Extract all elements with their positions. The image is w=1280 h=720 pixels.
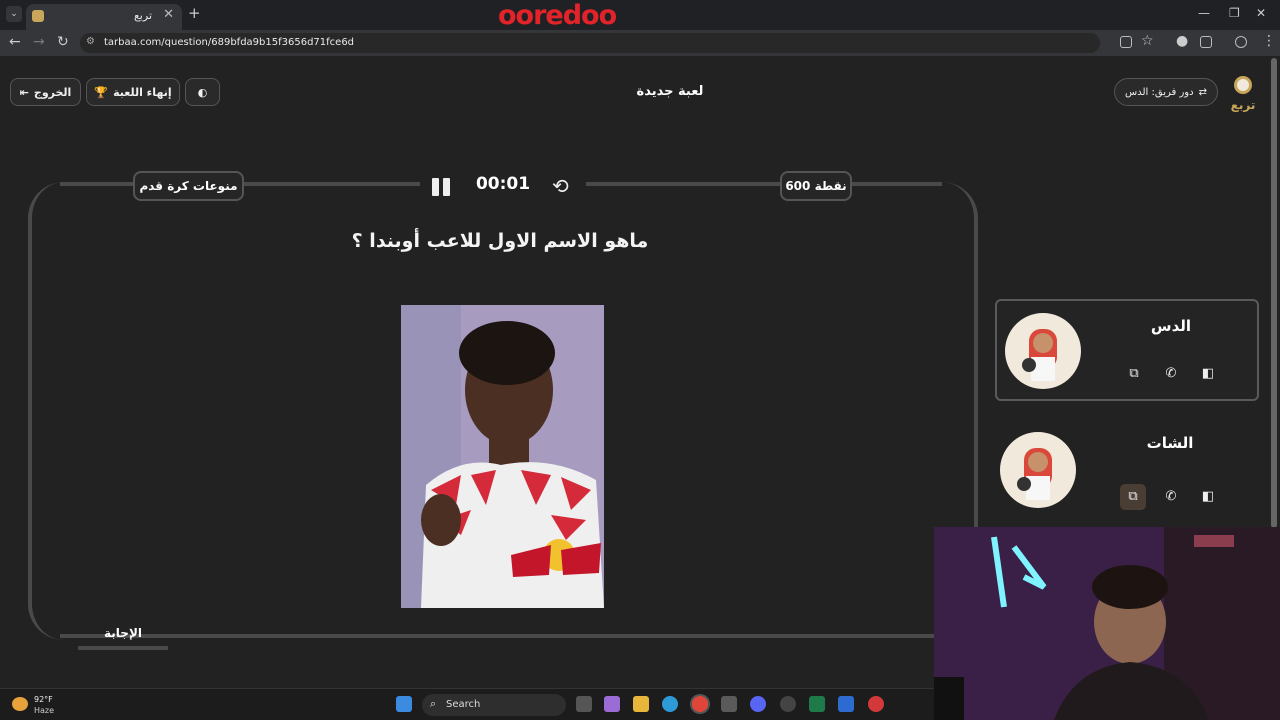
frame-line	[60, 182, 134, 186]
os-taskbar: 92°F Haze ⌕ Search	[0, 688, 934, 720]
bookmark-star-icon[interactable]: ☆	[1141, 33, 1154, 49]
taskbar-search[interactable]: ⌕ Search	[422, 694, 566, 716]
timer-display: 00:01	[475, 174, 531, 194]
shuffle-icon: ⇄	[1198, 86, 1207, 98]
tab-favicon-icon	[32, 10, 44, 22]
obs-icon[interactable]	[780, 696, 796, 712]
camera-swap-icon[interactable]: ⧉	[1121, 361, 1147, 387]
brand-logo: ooredoo	[498, 0, 617, 31]
exit-button[interactable]: ⇤ الخروج	[10, 78, 81, 106]
extensions-puzzle-icon[interactable]	[1200, 36, 1212, 48]
start-icon[interactable]	[396, 696, 412, 712]
forward-icon[interactable]: →	[33, 34, 45, 50]
file-explorer-icon[interactable]	[633, 696, 649, 712]
player-photo	[401, 305, 604, 608]
search-label: Search	[446, 699, 481, 710]
theme-button[interactable]: ◐	[185, 78, 220, 106]
weather-icon	[12, 697, 28, 711]
webcam-overlay	[934, 527, 1280, 720]
ooredoo-app-icon[interactable]	[868, 696, 884, 712]
pause-icon[interactable]	[432, 178, 450, 196]
browser-tab-bar: ⌄ تربع ✕ + ooredoo — ❐ ✕	[0, 0, 1280, 31]
split-icon[interactable]: ◧	[1195, 361, 1221, 387]
new-tab-icon[interactable]: +	[188, 4, 201, 22]
extension-icon[interactable]: ●	[1176, 33, 1188, 49]
turn-indicator[interactable]: دور فريق: الدس ⇄	[1114, 78, 1218, 106]
turn-label: دور فريق: الدس	[1125, 86, 1194, 98]
maximize-icon[interactable]: ❐	[1229, 6, 1240, 20]
camera-swap-icon[interactable]: ⧉	[1120, 484, 1146, 510]
exit-icon: ⇤	[19, 85, 29, 99]
exit-label: الخروج	[33, 85, 72, 99]
team-card-2: الشات ⧉ ✆ ◧	[995, 426, 1259, 528]
site-logo[interactable]: تربع	[1228, 74, 1258, 112]
search-icon: ⌕	[430, 697, 437, 710]
question-text: ماهو الاسم الاول للاعب أوبندا ؟	[351, 230, 649, 252]
page-scrollbar[interactable]	[1271, 58, 1277, 528]
answer-tab[interactable]: الإجابة	[78, 620, 168, 650]
close-window-icon[interactable]: ✕	[1256, 6, 1266, 20]
frame-line	[586, 182, 780, 186]
task-view-icon[interactable]	[576, 696, 592, 712]
browser-menu-icon[interactable]: ⋮	[1262, 33, 1276, 49]
reload-icon[interactable]: ↻	[57, 34, 69, 50]
app-icon[interactable]	[838, 696, 854, 712]
page-title: لعبة جديدة	[636, 84, 704, 99]
points-badge: 600 نقطة	[780, 171, 852, 201]
team-avatar	[1000, 432, 1076, 508]
discord-icon[interactable]	[750, 696, 766, 712]
phone-icon[interactable]: ✆	[1158, 484, 1184, 510]
install-app-icon[interactable]	[1120, 36, 1132, 48]
copilot-icon[interactable]	[604, 696, 620, 712]
svg-text:تربع: تربع	[1231, 98, 1256, 112]
weather-temp: 92°F	[34, 695, 53, 704]
phone-icon[interactable]: ✆	[1158, 361, 1184, 387]
team-name: الدس	[1150, 317, 1192, 335]
end-game-label: إنهاء اللعبة	[113, 85, 172, 99]
profile-icon[interactable]	[1235, 36, 1247, 48]
frame-line	[60, 634, 936, 638]
browser-tab[interactable]: تربع ✕	[26, 4, 182, 30]
edge-icon[interactable]	[662, 696, 678, 712]
site-info-icon[interactable]: ⚙	[86, 36, 95, 47]
minimize-icon[interactable]: —	[1198, 6, 1210, 20]
tab-search-icon[interactable]: ⌄	[6, 6, 22, 22]
url-text: tarbaa.com/question/689bfda9b15f3656d71f…	[104, 37, 355, 48]
xbox-icon[interactable]	[809, 696, 825, 712]
trophy-icon: 🏆	[94, 85, 109, 99]
team-card-1: الدس ⧉ ✆ ◧	[995, 299, 1259, 401]
tab-title: تربع	[133, 9, 152, 22]
chrome-icon[interactable]	[692, 696, 708, 712]
reset-timer-icon[interactable]: ⟲	[552, 174, 569, 198]
team-name: الشات	[1146, 434, 1194, 452]
weather-desc: Haze	[34, 706, 55, 715]
palette-icon: ◐	[197, 85, 208, 99]
end-game-button[interactable]: 🏆 إنهاء اللعبة	[86, 78, 180, 106]
address-bar-row: ← → ↻ ⚙ tarbaa.com/question/689bfda9b15f…	[0, 30, 1280, 56]
url-field[interactable]: ⚙ tarbaa.com/question/689bfda9b15f3656d7…	[80, 33, 1100, 53]
frame-line	[244, 182, 420, 186]
tab-close-icon[interactable]: ✕	[163, 7, 174, 22]
store-icon[interactable]	[721, 696, 737, 712]
frame-line	[852, 182, 942, 186]
back-icon[interactable]: ←	[9, 34, 21, 50]
split-icon[interactable]: ◧	[1195, 484, 1221, 510]
category-badge: منوعات كرة قدم	[133, 171, 244, 201]
team-avatar	[1005, 313, 1081, 389]
